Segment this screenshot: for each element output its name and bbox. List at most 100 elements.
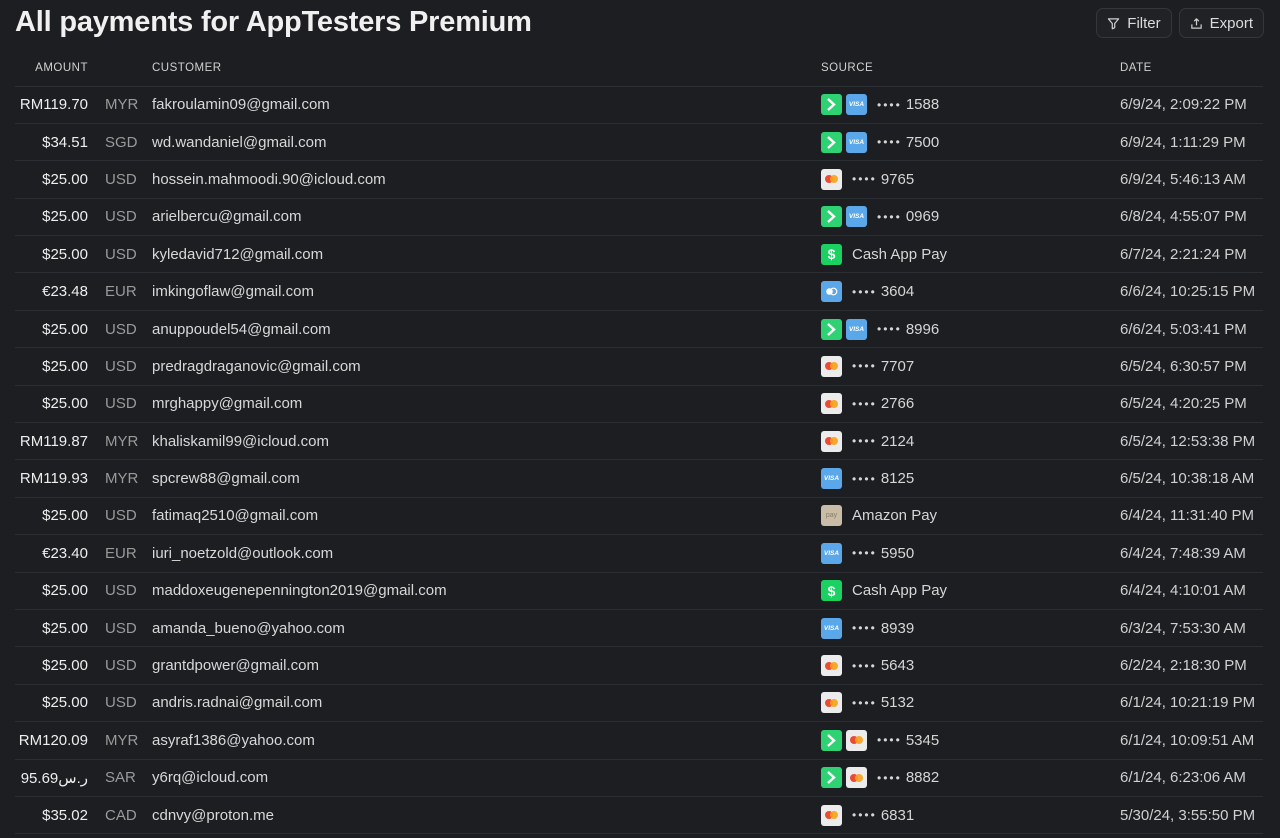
source-cell: VISA •••• 5950	[821, 534, 1120, 573]
customer-email[interactable]: predragdraganovic@gmail.com	[152, 347, 821, 386]
card-last4: 1588	[905, 96, 940, 114]
customer-email[interactable]: maddoxeugenepennington2019@gmail.com	[152, 572, 821, 610]
source-cell: •••• 9765	[821, 160, 1120, 199]
customer-email[interactable]: arielbercu@gmail.com	[152, 198, 821, 237]
date-cell: 6/6/24, 5:03:41 PM	[1120, 310, 1263, 349]
table-row[interactable]: $25.00 USD andris.radnai@gmail.com •••• 5132…	[15, 684, 1263, 723]
table-row[interactable]: $25.00 USD mrghappy@gmail.com •••• 2766 6/5/2…	[15, 385, 1263, 424]
table-row[interactable]: $25.00 USD grantdpower@gmail.com •••• 5643 6/…	[15, 646, 1263, 685]
masked-card-dots: ••••	[852, 284, 877, 299]
payment-source: •••• 2124	[821, 430, 1120, 452]
currency-cell: USD	[88, 310, 152, 349]
source-cell: •••• 2124	[821, 422, 1120, 461]
filter-button[interactable]: Filter	[1096, 8, 1172, 38]
mastercard-icon	[846, 729, 867, 751]
customer-email[interactable]: mrghappy@gmail.com	[152, 385, 821, 424]
date-cell: 6/5/24, 4:20:25 PM	[1120, 385, 1263, 424]
column-header-date[interactable]: DATE	[1120, 50, 1263, 87]
payment-source: •••• 8882	[821, 767, 1120, 789]
date-cell: 6/5/24, 6:30:57 PM	[1120, 347, 1263, 386]
table-row[interactable]: $35.02 CAD cdnvy@proton.me •••• 6831 5/30/24,…	[15, 796, 1263, 835]
customer-email[interactable]: iuri_noetzold@outlook.com	[152, 534, 821, 573]
card-last4: 7500	[905, 133, 940, 151]
masked-card-dots: ••••	[852, 434, 877, 449]
currency-cell: MYR	[88, 721, 152, 760]
column-header-customer[interactable]: CUSTOMER	[152, 50, 821, 87]
mastercard-icon	[821, 168, 842, 190]
customer-email[interactable]: fakroulamin09@gmail.com	[152, 86, 821, 124]
payment-source: •••• 5132	[821, 692, 1120, 714]
table-row[interactable]: €23.48 EUR imkingoflaw@gmail.com •••• 3604 6/…	[15, 272, 1263, 311]
page-header: All payments for AppTesters Premium Filt…	[0, 0, 1280, 50]
table-row[interactable]: 95.69‫ر.س‬ SAR y6rq@icloud.com •••• 8882 6/1/…	[15, 759, 1263, 797]
customer-email[interactable]: hossein.mahmoodi.90@icloud.com	[152, 160, 821, 199]
column-header-source[interactable]: SOURCE	[821, 50, 1120, 87]
customer-email[interactable]: spcrew88@gmail.com	[152, 459, 821, 498]
card-last4: 7707	[880, 357, 915, 375]
currency-cell: USD	[88, 684, 152, 723]
amazonpay-icon: pay	[821, 505, 842, 527]
visa-icon: VISA	[846, 318, 867, 340]
card-last4: 5132	[880, 694, 915, 712]
amount-cell: $34.51	[15, 123, 88, 162]
table-row[interactable]: $25.00 USD kyledavid712@gmail.com $ Cash App…	[15, 235, 1263, 274]
card-last4: 5950	[880, 544, 915, 562]
masked-card-dots: ••••	[852, 396, 877, 411]
table-row[interactable]: $25.00 USD maddoxeugenepennington2019@gmai…	[15, 572, 1263, 610]
payment-source: •••• 9765	[821, 168, 1120, 190]
date-cell: 6/4/24, 4:10:01 AM	[1120, 572, 1263, 610]
currency-cell: USD	[88, 198, 152, 237]
customer-email[interactable]: y6rq@icloud.com	[152, 759, 821, 797]
date-cell: 6/5/24, 10:38:18 AM	[1120, 459, 1263, 498]
visa-icon: VISA	[846, 94, 867, 116]
table-row[interactable]: $25.00 USD predragdraganovic@gmail.com ••••…	[15, 347, 1263, 386]
link-icon	[821, 94, 842, 116]
table-row[interactable]: $25.00 USD anuppoudel54@gmail.com VISA •••• 8…	[15, 310, 1263, 349]
column-header-amount[interactable]: AMOUNT	[15, 50, 88, 87]
customer-email[interactable]: khaliskamil99@icloud.com	[152, 422, 821, 461]
currency-cell: USD	[88, 572, 152, 610]
customer-email[interactable]: imkingoflaw@gmail.com	[152, 272, 821, 311]
customer-email[interactable]: grantdpower@gmail.com	[152, 646, 821, 685]
currency-cell: MYR	[88, 422, 152, 461]
source-cell: VISA •••• 8125	[821, 459, 1120, 498]
currency-cell: USD	[88, 347, 152, 386]
export-button[interactable]: Export	[1178, 8, 1264, 38]
masked-card-dots: ••••	[852, 546, 877, 561]
customer-email[interactable]: fatimaq2510@gmail.com	[152, 497, 821, 536]
customer-email[interactable]: cdnvy@proton.me	[152, 796, 821, 835]
masked-card-dots: ••••	[877, 733, 902, 748]
payment-source: •••• 5643	[821, 655, 1120, 677]
table-row[interactable]: $25.00 USD fatimaq2510@gmail.com pay Amazon …	[15, 497, 1263, 536]
customer-email[interactable]: andris.radnai@gmail.com	[152, 684, 821, 723]
customer-email[interactable]: amanda_bueno@yahoo.com	[152, 609, 821, 648]
source-cell: •••• 8882	[821, 759, 1120, 797]
customer-email[interactable]: wd.wandaniel@gmail.com	[152, 123, 821, 162]
amount-cell: €23.48	[15, 272, 88, 311]
source-label: Cash App Pay	[852, 582, 948, 600]
mastercard-icon	[821, 655, 842, 677]
customer-email[interactable]: kyledavid712@gmail.com	[152, 235, 821, 274]
table-row[interactable]: RM119.87 MYR khaliskamil99@icloud.com •••• 2…	[15, 422, 1263, 461]
table-row[interactable]: RM120.09 MYR asyraf1386@yahoo.com •••• 5345 6…	[15, 721, 1263, 760]
card-last4: 5345	[905, 731, 940, 749]
table-row[interactable]: RM119.93 MYR spcrew88@gmail.com VISA •••• 812…	[15, 459, 1263, 498]
customer-email[interactable]: anuppoudel54@gmail.com	[152, 310, 821, 349]
table-row[interactable]: €23.40 EUR iuri_noetzold@outlook.com VISA ••…	[15, 534, 1263, 573]
payment-source: pay Amazon Pay	[821, 505, 1120, 527]
masked-card-dots: ••••	[852, 695, 877, 710]
table-row[interactable]: $34.51 SGD wd.wandaniel@gmail.com VISA •••• 7…	[15, 123, 1263, 162]
visa-icon: VISA	[821, 617, 842, 639]
payment-source: VISA •••• 8939	[821, 617, 1120, 639]
source-cell: $ Cash App Pay	[821, 572, 1120, 610]
customer-email[interactable]: asyraf1386@yahoo.com	[152, 721, 821, 760]
visa-icon: VISA	[821, 468, 842, 490]
date-cell: 6/4/24, 11:31:40 PM	[1120, 497, 1263, 536]
source-label: Cash App Pay	[852, 245, 948, 263]
currency-cell: EUR	[88, 272, 152, 311]
table-row[interactable]: $25.00 USD amanda_bueno@yahoo.com VISA •••• 8…	[15, 609, 1263, 648]
mastercard-icon	[821, 804, 842, 826]
table-row[interactable]: $25.00 USD hossein.mahmoodi.90@icloud.com •…	[15, 160, 1263, 199]
table-row[interactable]: RM119.70 MYR fakroulamin09@gmail.com VISA ••…	[15, 86, 1263, 124]
table-row[interactable]: $25.00 USD arielbercu@gmail.com VISA •••• 096…	[15, 198, 1263, 237]
